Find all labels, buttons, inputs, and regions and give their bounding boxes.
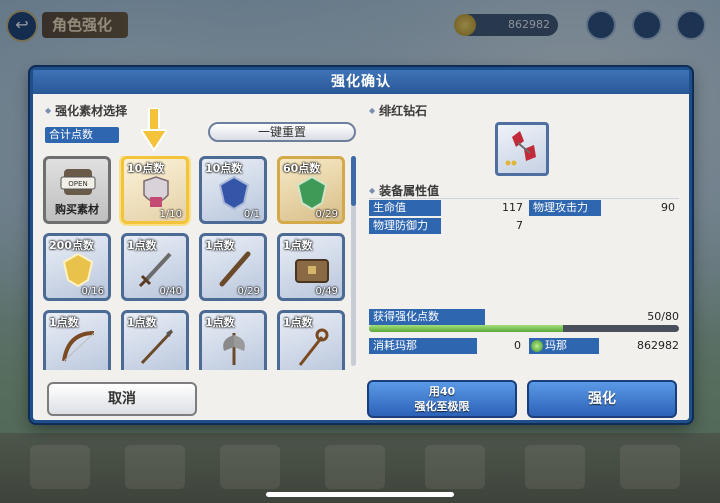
- stat-row: 物理防御力 7: [369, 218, 679, 236]
- reset-button[interactable]: 一键重置: [208, 122, 356, 142]
- material-count: 0/29: [315, 209, 338, 220]
- gold-gem-shield-icon: [62, 252, 94, 288]
- material-count: 0/29: [237, 286, 260, 297]
- mana-value: 862982: [637, 339, 679, 352]
- material-tile-staff[interactable]: 1点数: [277, 310, 345, 370]
- staff-icon: [298, 328, 329, 366]
- armor-icon: [143, 176, 169, 207]
- material-count: 0/40: [159, 286, 182, 297]
- cost-label: 消耗玛那: [369, 338, 477, 354]
- material-count: 0/1: [243, 209, 260, 220]
- stats-section-title: 装备属性值: [369, 182, 439, 199]
- scrollbar-thumb[interactable]: [351, 156, 356, 206]
- stat-value: 117: [502, 201, 523, 214]
- enhance-progress-bar: [369, 325, 679, 332]
- blue-gem-shield-icon: [218, 175, 250, 211]
- dagger-icon: [219, 251, 251, 287]
- mana-cost-row: 消耗玛那 0 玛那 862982: [369, 338, 679, 354]
- material-section-title: 强化素材选择: [45, 102, 127, 119]
- material-tile-armor[interactable]: 10点数 1/10: [121, 156, 189, 224]
- material-tile-axe[interactable]: 1点数: [199, 310, 267, 370]
- material-scrollbar[interactable]: [351, 156, 356, 366]
- shop-sign-icon: OPEN: [60, 169, 96, 195]
- buy-material-label: 购买素材: [55, 203, 99, 216]
- material-count: 1/10: [159, 209, 182, 220]
- cost-value: 0: [514, 339, 521, 352]
- stat-value: 7: [516, 219, 523, 232]
- material-tile-chest[interactable]: 1点数 0/49: [277, 233, 345, 301]
- material-tile-spear[interactable]: 1点数: [121, 310, 189, 370]
- stat-label: 物理攻击力: [529, 200, 601, 216]
- chest-icon: [295, 259, 329, 283]
- bow-icon: [62, 331, 95, 362]
- max-enhance-button[interactable]: 用40 强化至极限: [367, 380, 517, 418]
- max-button-line1: 用40: [428, 385, 456, 398]
- enhance-button[interactable]: 强化: [527, 380, 677, 418]
- enhance-points-value: 50/80: [647, 310, 679, 323]
- down-arrow-icon: [141, 108, 167, 152]
- material-tile-gold-gem[interactable]: 200点数 0/16: [43, 233, 111, 301]
- crimson-gem-icon: [505, 131, 536, 166]
- axe-icon: [223, 333, 245, 365]
- buy-material-tile[interactable]: OPEN 购买素材: [43, 156, 111, 224]
- enhance-points-row: 获得强化点数 50/80: [369, 309, 679, 325]
- mana-orb-icon: [531, 340, 543, 352]
- material-tile-blue-gem[interactable]: 10点数 0/1: [199, 156, 267, 224]
- spear-icon: [140, 329, 174, 365]
- stats-table: 生命值 117 物理攻击力 90 物理防御力 7: [369, 200, 679, 236]
- enhance-confirm-dialog: 强化确认 强化素材选择 合计点数 一键重置 OPEN 购买素材 10点数 1/1…: [30, 67, 692, 423]
- total-points-label: 合计点数: [45, 127, 119, 143]
- material-count: 0/49: [315, 286, 338, 297]
- stat-row: 生命值 117 物理攻击力 90: [369, 200, 679, 218]
- stat-label: 物理防御力: [369, 218, 441, 234]
- svg-text:OPEN: OPEN: [68, 180, 87, 188]
- material-count: 0/16: [81, 286, 104, 297]
- material-grid: OPEN 购买素材 10点数 1/10 10点数 0/1 60点数 0/29 2…: [43, 156, 347, 370]
- material-tile-green-gem[interactable]: 60点数 0/29: [277, 156, 345, 224]
- max-button-line2: 强化至极限: [414, 400, 470, 413]
- material-tile-bow[interactable]: 1点数: [43, 310, 111, 370]
- green-gem-shield-icon: [296, 175, 328, 211]
- dialog-title: 强化确认: [33, 70, 689, 94]
- home-indicator: [266, 492, 454, 497]
- material-tile-dagger[interactable]: 1点数 0/29: [199, 233, 267, 301]
- enhance-points-label: 获得强化点数: [369, 309, 485, 325]
- enhance-progress-fill: [369, 325, 563, 332]
- item-section-title: 绯红钻石: [369, 102, 427, 119]
- item-slot: [495, 122, 549, 176]
- divider: [369, 198, 679, 199]
- cancel-button[interactable]: 取消: [47, 382, 197, 416]
- sword-icon: [138, 252, 172, 288]
- stat-label: 生命值: [369, 200, 441, 216]
- material-tile-sword[interactable]: 1点数 0/40: [121, 233, 189, 301]
- stat-value: 90: [661, 201, 675, 214]
